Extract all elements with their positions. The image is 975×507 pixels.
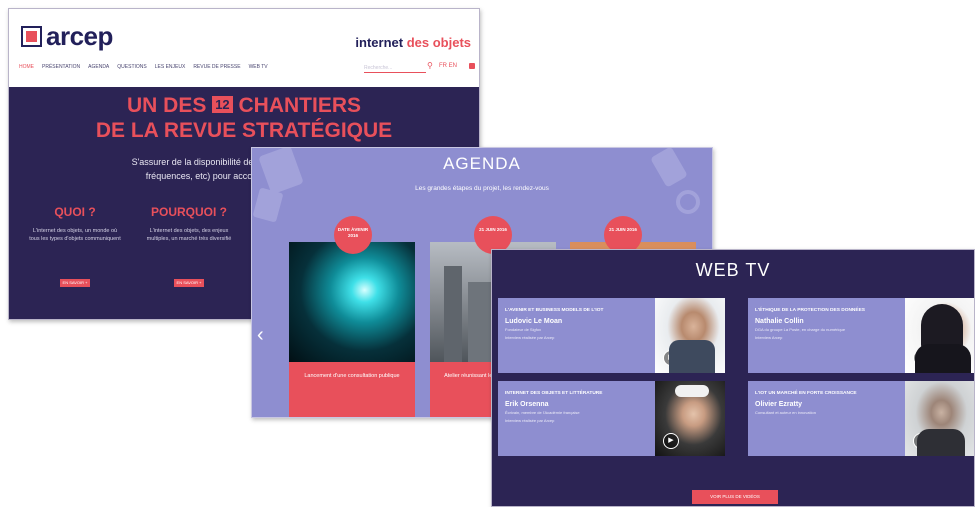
video-title: L'AVENIR ET BUSINESS MODELS DE L'IOT [505,308,604,313]
speaker-role: Fondateur de Sigfox [505,327,542,332]
webtv-title: WEB TV [695,260,771,280]
column-text: L'internet des objets, un monde où tous … [29,228,121,242]
nav-item-home[interactable]: HOME [19,64,34,70]
video-title: L'ÉTHIQUE DE LA PROTECTION DES DONNÉES [755,308,865,313]
play-icon[interactable]: ▶ [663,350,679,366]
video-title: L'IOT UN MARCHÉ EN FORTE CROISSANCE [755,391,857,396]
arcep-logo-icon[interactable] [21,26,42,47]
headline-line-2: DE LA REVUE STRATÉGIQUE [95,119,393,142]
webtv-section-screenshot: WEB TV L'AVENIR ET BUSINESS MODELS DE L'… [491,249,975,507]
video-text: L'ÉTHIQUE DE LA PROTECTION DES DONNÉES N… [755,307,905,341]
decorative-watch-icon [676,190,700,214]
video-detail: Interview Arcep [755,335,783,340]
play-icon[interactable]: ▶ [913,433,929,449]
search-input[interactable]: Recherche... [364,65,426,73]
video-detail: Interview réalisée par Arcep [505,335,555,340]
feature-column-quoi: QUOI ? L'internet des objets, un monde o… [27,205,123,287]
video-item[interactable]: INTERNET DES OBJETS ET LITTÉRATURE Erik … [498,381,725,456]
speaker-role: DGA du groupe La Poste, en charge du num… [755,327,846,332]
arcep-logo-text[interactable]: arcep [46,21,113,52]
headline-line-1: UN DES 12 CHANTIERS [9,94,479,118]
video-text: L'IOT UN MARCHÉ EN FORTE CROISSANCE Oliv… [755,390,905,418]
speaker-photo: ▶ [905,298,974,373]
video-item[interactable]: L'AVENIR ET BUSINESS MODELS DE L'IOT Lud… [498,298,725,373]
video-text: INTERNET DES OBJETS ET LITTÉRATURE Erik … [505,390,655,424]
headline-part-1: UN DES [126,94,207,117]
agenda-card[interactable]: Lancement d'une consultation publique [289,242,415,417]
headline-part-2: CHANTIERS [238,94,362,117]
video-item[interactable]: L'ÉTHIQUE DE LA PROTECTION DES DONNÉES N… [748,298,974,373]
site-brand: internet des objets [355,35,471,50]
site-header: arcep internet des objets HOME PRÉSENTAT… [9,9,479,87]
speaker-photo: ▶ [655,381,725,456]
video-detail: Interview réalisée par Arcep [505,418,555,423]
read-more-button[interactable]: EN SAVOIR + [174,279,204,287]
decorative-shape [252,187,284,223]
agenda-card-image [289,242,415,362]
brand-part-2: des objets [406,35,471,50]
video-text: L'AVENIR ET BUSINESS MODELS DE L'IOT Lud… [505,307,655,341]
agenda-title: AGENDA [443,154,521,173]
speaker-name: Olivier Ezratty [755,401,803,408]
speaker-name: Ludovic Le Moan [505,318,563,325]
speaker-photo: ▶ [655,298,725,373]
carousel-prev-icon[interactable]: ‹ [257,324,264,347]
column-title: POURQUOI ? [150,205,227,219]
video-title: INTERNET DES OBJETS ET LITTÉRATURE [505,391,603,396]
nav-item-enjeux[interactable]: LES ENJEUX [155,64,186,70]
nav-item-agenda[interactable]: AGENDA [88,64,109,70]
speaker-role: Écrivain, membre de l'Académie française [505,410,580,415]
main-nav: HOME PRÉSENTATION AGENDA QUESTIONS LES E… [19,64,359,70]
video-item[interactable]: L'IOT UN MARCHÉ EN FORTE CROISSANCE Oliv… [748,381,974,456]
language-switch[interactable]: FR EN [439,63,457,69]
column-text: L'internet des objets, des enjeux multip… [146,228,232,242]
play-icon[interactable]: ▶ [663,433,679,449]
column-title: QUOI ? [54,205,96,219]
agenda-date-badge: DATE ÀVENIR 2016 [334,216,372,254]
search-icon[interactable]: ⚲ [427,61,433,70]
brand-part-1: internet [355,35,404,50]
speaker-name: Nathalie Collin [755,318,804,325]
nav-item-presentation[interactable]: PRÉSENTATION [42,64,80,70]
speaker-role: Consultant et auteur en innovation [755,410,816,415]
rss-icon[interactable] [469,63,475,69]
speaker-photo: ▶ [905,381,974,456]
read-more-button[interactable]: EN SAVOIR + [60,279,90,287]
play-icon[interactable]: ▶ [913,350,929,366]
nav-item-press[interactable]: REVUE DE PRESSE [193,64,240,70]
speaker-name: Erik Orsenna [505,401,549,408]
agenda-subtitle: Les grandes étapes du projet, les rendez… [415,185,549,192]
headline-number-badge: 12 [212,96,233,113]
more-videos-button[interactable]: VOIR PLUS DE VIDÉOS [692,490,778,504]
nav-item-questions[interactable]: QUESTIONS [117,64,146,70]
nav-item-webtv[interactable]: WEB TV [249,64,268,70]
feature-column-pourquoi: POURQUOI ? L'internet des objets, des en… [141,205,237,287]
agenda-card-caption: Lancement d'une consultation publique [304,373,400,379]
